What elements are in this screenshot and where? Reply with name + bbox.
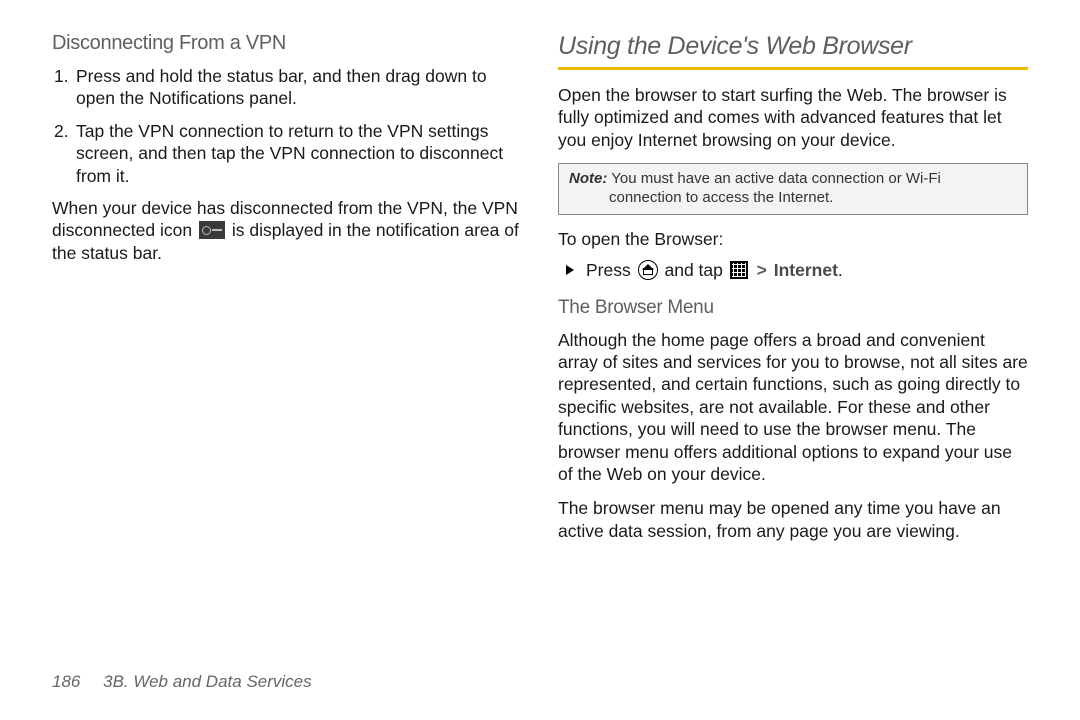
section-divider: [558, 67, 1028, 70]
footer-section-name: 3B. Web and Data Services: [103, 672, 312, 691]
step-text: Press and hold the status bar, and then …: [76, 66, 487, 108]
page-columns: Disconnecting From a VPN 1. Press and ho…: [52, 32, 1028, 642]
right-column: Using the Device's Web Browser Open the …: [558, 32, 1028, 642]
vpn-step-1: 1. Press and hold the status bar, and th…: [76, 65, 522, 110]
vpn-result-paragraph: When your device has disconnected from t…: [52, 197, 522, 264]
breadcrumb-separator: >: [757, 260, 767, 280]
browser-intro: Open the browser to start surfing the We…: [558, 84, 1028, 151]
home-button-icon: [638, 260, 658, 280]
vpn-disconnected-icon: [199, 221, 225, 239]
open-browser-heading: To open the Browser:: [558, 229, 1028, 250]
browser-menu-heading: The Browser Menu: [558, 297, 1028, 319]
vpn-disconnect-heading: Disconnecting From a VPN: [52, 32, 522, 55]
vpn-step-2: 2. Tap the VPN connection to return to t…: [76, 120, 522, 187]
internet-label: Internet: [774, 260, 838, 280]
browser-menu-para2: The browser menu may be opened any time …: [558, 497, 1028, 542]
page-number: 186: [52, 672, 80, 691]
apps-grid-icon: [730, 261, 748, 279]
step-text: Tap the VPN connection to return to the …: [76, 121, 503, 186]
step-number: 2.: [54, 120, 69, 142]
left-column: Disconnecting From a VPN 1. Press and ho…: [52, 32, 522, 642]
browser-menu-para1: Although the home page offers a broad an…: [558, 329, 1028, 486]
press-text: Press: [586, 260, 631, 280]
period: .: [838, 260, 843, 280]
vpn-steps-list: 1. Press and hold the status bar, and th…: [52, 65, 522, 187]
note-label: Note:: [569, 170, 607, 187]
step-number: 1.: [54, 65, 69, 87]
note-text: You must have an active data connection …: [609, 170, 941, 206]
open-browser-step: Press and tap > Internet.: [558, 260, 1028, 281]
bullet-triangle-icon: [566, 265, 574, 275]
browser-section-title: Using the Device's Web Browser: [558, 32, 1028, 61]
and-tap-text: and tap: [664, 260, 722, 280]
page-footer: 186 3B. Web and Data Services: [52, 672, 312, 692]
note-box: Note: You must have an active data conne…: [558, 163, 1028, 215]
